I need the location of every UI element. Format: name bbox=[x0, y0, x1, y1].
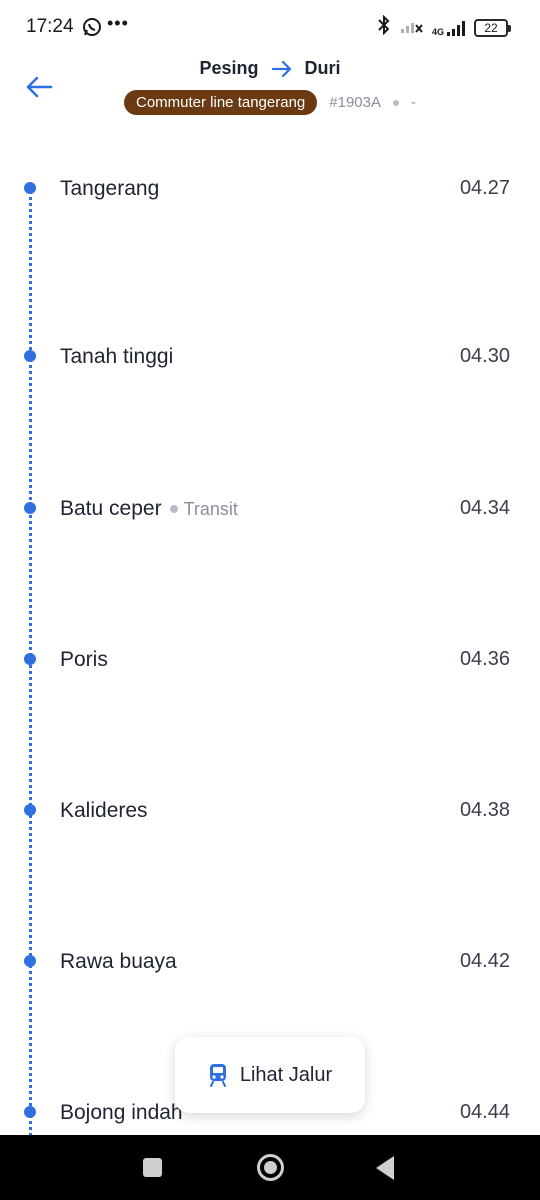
back-icon[interactable] bbox=[376, 1156, 394, 1180]
recents-icon[interactable] bbox=[143, 1158, 162, 1177]
train-number: #1903A bbox=[329, 94, 381, 111]
whatsapp-icon bbox=[82, 17, 102, 37]
home-icon[interactable] bbox=[257, 1154, 284, 1181]
stop-time: 04.27 bbox=[459, 177, 510, 199]
stop-item: Kalideres 04.38 bbox=[0, 792, 540, 832]
arrow-right-icon bbox=[271, 60, 291, 77]
system-nav-bar bbox=[0, 1135, 540, 1200]
stop-time: 04.44 bbox=[459, 1101, 510, 1123]
stop-name: Tangerang bbox=[60, 177, 160, 200]
network-type: 4G bbox=[431, 26, 444, 37]
stop-time: 04.38 bbox=[459, 799, 510, 821]
stop-name: Rawa buaya bbox=[60, 950, 177, 973]
header: Pesing Duri Commuter line tangerang #190… bbox=[0, 52, 540, 132]
meta-extra: - bbox=[410, 94, 416, 111]
signal-off-icon bbox=[400, 16, 424, 39]
line-badge: Commuter line tangerang bbox=[124, 90, 318, 115]
stop-item: Rawa buaya 04.42 bbox=[0, 943, 540, 983]
bluetooth-icon bbox=[376, 14, 392, 40]
transit-dot bbox=[169, 505, 178, 513]
stop-time: 04.36 bbox=[459, 648, 510, 670]
view-route-label: Lihat Jalur bbox=[239, 1063, 333, 1086]
stop-dot bbox=[24, 502, 36, 514]
stop-dot bbox=[24, 955, 36, 967]
stop-name-row: Batu ceper Transit bbox=[60, 497, 238, 521]
stop-item: Tangerang 04.27 bbox=[0, 170, 540, 210]
route-title: Pesing Duri bbox=[0, 58, 540, 79]
stop-item: Poris 04.36 bbox=[0, 641, 540, 681]
stop-dot bbox=[24, 1106, 36, 1118]
transit-label: Transit bbox=[183, 498, 238, 519]
stop-name: Poris bbox=[60, 648, 108, 671]
stop-time: 04.30 bbox=[459, 345, 510, 367]
status-icons: 4G 22 bbox=[376, 14, 511, 40]
stop-dot bbox=[24, 350, 36, 362]
stop-time: 04.34 bbox=[459, 497, 510, 519]
stop-name: Bojong indah bbox=[60, 1101, 183, 1124]
stop-item: Tanah tinggi 04.30 bbox=[0, 338, 540, 378]
signal-4g-icon: 4G bbox=[432, 19, 466, 37]
stop-name: Kalideres bbox=[60, 799, 148, 822]
stop-dot bbox=[24, 804, 36, 816]
status-bar: 17:24 ••• 4G 22 bbox=[0, 0, 540, 52]
stop-name: Tanah tinggi bbox=[60, 345, 174, 368]
stop-item: Batu ceper Transit 04.34 bbox=[0, 490, 540, 530]
separator-dot bbox=[392, 99, 399, 106]
battery-icon: 22 bbox=[474, 18, 511, 37]
view-route-button[interactable]: Lihat Jalur bbox=[175, 1037, 365, 1113]
destination-station: Duri bbox=[304, 58, 341, 78]
stop-time: 04.42 bbox=[459, 950, 510, 972]
stop-timeline: Tangerang 04.27 Tanah tinggi 04.30 Batu … bbox=[0, 132, 540, 1135]
stop-dot bbox=[24, 653, 36, 665]
stop-name: Batu ceper bbox=[60, 497, 162, 520]
stop-dot bbox=[24, 182, 36, 194]
more-notifications-icon: ••• bbox=[107, 13, 129, 33]
status-time: 17:24 bbox=[26, 16, 74, 37]
train-meta: Commuter line tangerang #1903A - bbox=[0, 90, 540, 115]
origin-station: Pesing bbox=[199, 58, 259, 78]
train-icon bbox=[209, 1064, 226, 1087]
